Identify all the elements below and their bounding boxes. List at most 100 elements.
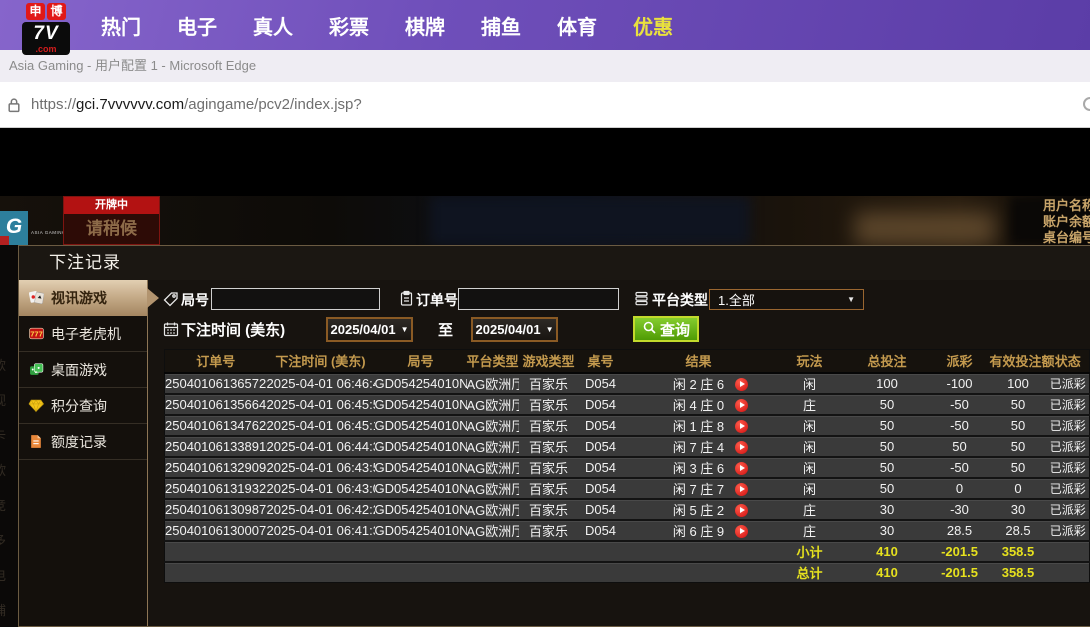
total-bet-cell: 30 xyxy=(845,520,930,541)
sidebar-item[interactable]: 777 电子老虎机 xyxy=(19,316,147,352)
result-cell: 闲 2 庄 6 xyxy=(623,373,775,394)
table-no-cell: D054 xyxy=(579,457,623,478)
empty-cell xyxy=(1047,562,1090,583)
payout-cell: 50 xyxy=(930,436,990,457)
account-info-line: 用户名称 xyxy=(1043,198,1090,214)
platform-cell: AG欧洲厅 xyxy=(467,499,519,520)
gem-icon xyxy=(28,398,44,413)
play-video-icon[interactable] xyxy=(735,378,748,391)
status-cell: 已派彩 xyxy=(1047,520,1090,541)
nav-item[interactable]: 体育 xyxy=(557,11,597,40)
date-to-select[interactable]: 2025/04/01 ▼ xyxy=(471,317,558,342)
sum-total-bet-cell: 410 xyxy=(845,562,930,583)
sidebar-item-label: 电子老虎机 xyxy=(51,324,121,344)
bet-record-row: 2504010613000762025-04-01 06:41:38GD0542… xyxy=(165,520,1090,541)
play-type-cell: 闲 xyxy=(775,415,845,436)
empty-cell xyxy=(623,541,775,562)
empty-cell xyxy=(165,562,267,583)
nav-item[interactable]: 热门 xyxy=(101,11,141,40)
platform-cell: AG欧洲厅 xyxy=(467,415,519,436)
bet-record-row: 2504010613098732025-04-01 06:42:23GD0542… xyxy=(165,499,1090,520)
status-cell: 已派彩 xyxy=(1047,415,1090,436)
nav-item[interactable]: 电子 xyxy=(177,11,217,40)
table-no-cell: D054 xyxy=(579,478,623,499)
play-type-cell: 庄 xyxy=(775,520,845,541)
panel-content: 局号 订单号 平台类型 1.全部 ▼ xyxy=(149,280,1090,626)
payout-cell: -50 xyxy=(930,415,990,436)
sidebar-item[interactable]: 视讯游戏 xyxy=(19,280,147,316)
chevron-down-icon: ▼ xyxy=(401,325,409,334)
platform-type-label: 平台类型 xyxy=(652,289,708,311)
svg-text:777: 777 xyxy=(30,330,43,339)
round-no-cell: GD054254010NS xyxy=(375,373,467,394)
sum-total-bet-cell: 410 xyxy=(845,541,930,562)
sidebar-item[interactable]: 桌面游戏 xyxy=(19,352,147,388)
valid-bet-cell: 50 xyxy=(990,415,1047,436)
valid-bet-cell: 0 xyxy=(990,478,1047,499)
column-header: 有效投注额 xyxy=(990,350,1047,373)
nav-item[interactable]: 捕鱼 xyxy=(481,11,521,40)
play-video-icon[interactable] xyxy=(735,525,748,538)
play-video-icon[interactable] xyxy=(735,483,748,496)
scene-shadow xyxy=(430,196,750,245)
bet-records-table: 订单号下注时间 (美东)局号平台类型游戏类型桌号结果玩法总投注派彩有效投注额状态… xyxy=(164,349,1090,583)
order-no-cell: 250401061319322 xyxy=(165,478,267,499)
payout-cell: -30 xyxy=(930,499,990,520)
result-cell: 闲 7 庄 4 xyxy=(623,436,775,457)
game-type-cell: 百家乐 xyxy=(519,457,579,478)
bet-table-header-row: 订单号下注时间 (美东)局号平台类型游戏类型桌号结果玩法总投注派彩有效投注额状态 xyxy=(165,350,1090,373)
game-type-cell: 百家乐 xyxy=(519,499,579,520)
url-text[interactable]: https://gci.7vvvvvv.com/agingame/pcv2/in… xyxy=(31,82,362,127)
bet-time-cell: 2025-04-01 06:42:23 xyxy=(267,499,375,520)
order-no-cell: 250401061338910 xyxy=(165,436,267,457)
round-no-input[interactable] xyxy=(211,288,380,310)
total-bet-cell: 50 xyxy=(845,415,930,436)
play-video-icon[interactable] xyxy=(735,399,748,412)
background-glyph: 竞 xyxy=(0,495,6,514)
nav-item[interactable]: 优惠 xyxy=(633,11,673,40)
nav-item[interactable]: 棋牌 xyxy=(405,11,445,40)
bet-table-body: 2504010613657292025-04-01 06:46:40GD0542… xyxy=(165,373,1090,583)
search-button[interactable]: 查询 xyxy=(633,316,699,342)
bet-time-cell: 2025-04-01 06:46:40 xyxy=(267,373,375,394)
play-video-icon[interactable] xyxy=(735,462,748,475)
bet-time-cell: 2025-04-01 06:45:59 xyxy=(267,394,375,415)
play-video-icon[interactable] xyxy=(735,441,748,454)
sidebar-item[interactable]: 额度记录 xyxy=(19,424,147,460)
browser-action-icon[interactable] xyxy=(1083,97,1090,111)
empty-cell xyxy=(623,562,775,583)
nav-item[interactable]: 彩票 xyxy=(329,11,369,40)
site-logo[interactable]: 申 博 7V .com xyxy=(22,3,72,53)
url-path: /agingame/pcv2/index.jsp? xyxy=(184,96,362,113)
play-type-cell: 庄 xyxy=(775,394,845,415)
date-from-select[interactable]: 2025/04/01 ▼ xyxy=(326,317,413,342)
platform-type-select[interactable]: 1.全部 ▼ xyxy=(709,289,864,310)
grand-total-row: 总计410-201.5358.5 xyxy=(165,562,1090,583)
play-type-cell: 闲 xyxy=(775,373,845,394)
left-edge-strip: 款视卡欧竞多电捕 xyxy=(0,245,18,627)
round-no-cell: GD054254010NO xyxy=(375,457,467,478)
order-no-cell: 250401061309873 xyxy=(165,499,267,520)
nav-item[interactable]: 真人 xyxy=(253,11,293,40)
sidebar-item[interactable]: 积分查询 xyxy=(19,388,147,424)
address-bar[interactable]: https://gci.7vvvvvv.com/agingame/pcv2/in… xyxy=(0,82,1090,128)
valid-bet-cell: 28.5 xyxy=(990,520,1047,541)
order-no-cell: 250401061365729 xyxy=(165,373,267,394)
bet-time-cell: 2025-04-01 06:43:07 xyxy=(267,478,375,499)
play-video-icon[interactable] xyxy=(735,504,748,517)
result-cell: 闲 1 庄 8 xyxy=(623,415,775,436)
empty-cell xyxy=(267,562,375,583)
valid-bet-cell: 50 xyxy=(990,394,1047,415)
date-to-value: 2025/04/01 xyxy=(476,322,541,337)
background-glyph: 捕 xyxy=(0,600,6,619)
url-scheme: https:// xyxy=(31,96,76,113)
status-cell: 已派彩 xyxy=(1047,499,1090,520)
empty-cell xyxy=(1047,541,1090,562)
order-no-input[interactable] xyxy=(458,288,619,310)
game-type-cell: 百家乐 xyxy=(519,520,579,541)
round-no-cell: GD054254010NR xyxy=(375,394,467,415)
game-type-cell: 百家乐 xyxy=(519,436,579,457)
empty-cell xyxy=(467,541,519,562)
play-video-icon[interactable] xyxy=(735,420,748,433)
lock-icon[interactable] xyxy=(7,97,21,118)
